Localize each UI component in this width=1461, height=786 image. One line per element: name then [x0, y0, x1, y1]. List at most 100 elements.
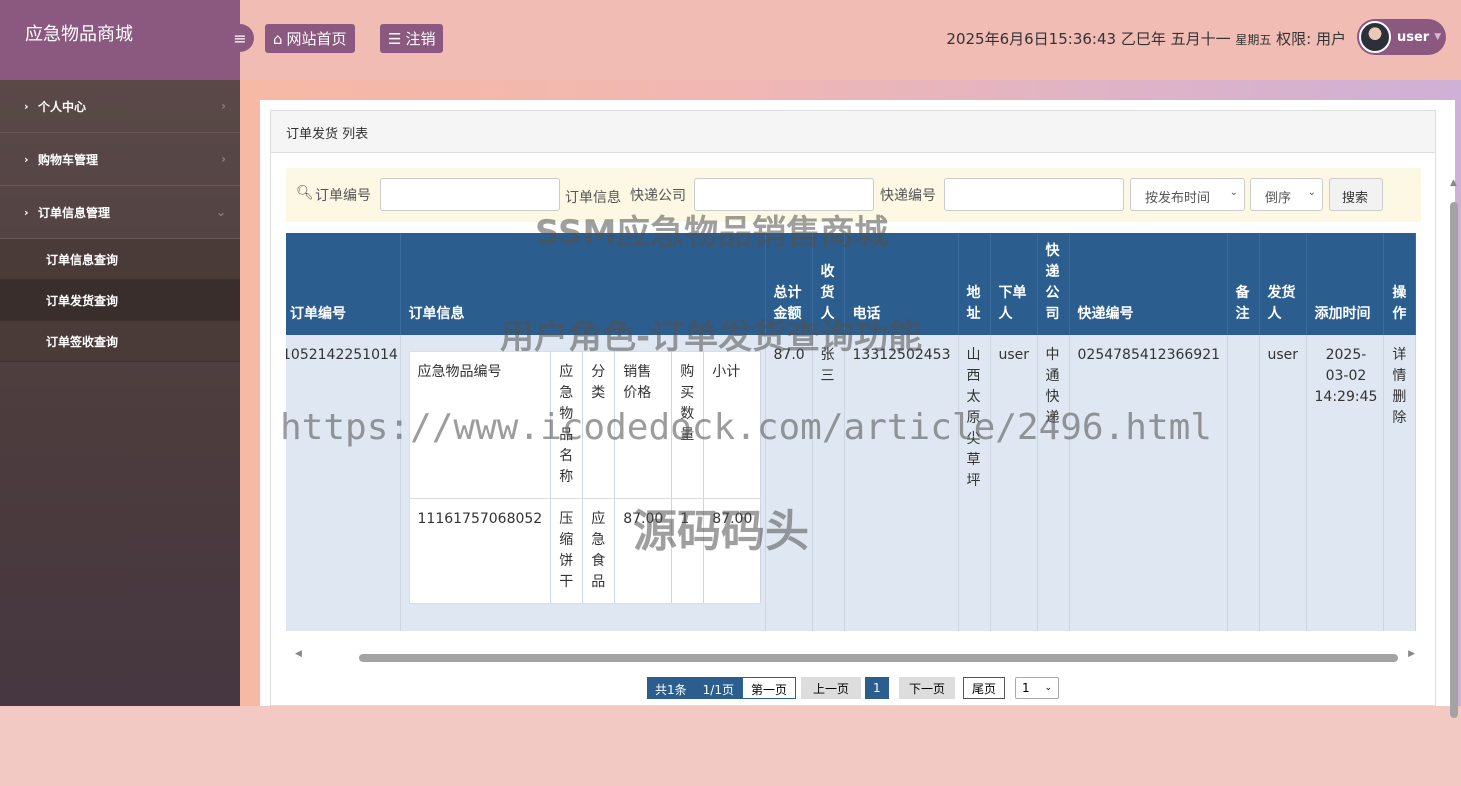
cell-actions[interactable]: 详情删除: [1383, 335, 1417, 631]
chevron-right-icon: ›: [24, 152, 29, 166]
logout-button[interactable]: ☰ 注销: [380, 24, 444, 53]
chevron-down-icon: ⌄: [1044, 683, 1052, 693]
col-actions: 操作: [1383, 233, 1417, 335]
chevron-right-icon: ›: [221, 152, 226, 166]
order-items-table: 应急物品编号 应急物品名称 分类 销售价格 购买数量 小计 1116175706…: [408, 351, 762, 604]
menu-toggle-button[interactable]: ≡: [226, 24, 254, 52]
username: user: [1397, 29, 1430, 45]
sidebar-subitem-order-query[interactable]: 订单信息查询: [0, 239, 240, 280]
pager-summary: 共1条 1/1页 第一页: [647, 677, 796, 699]
scroll-up-icon[interactable]: ▲: [1450, 178, 1457, 188]
main-area: 订单发货 列表 🔍︎ 订单编号 订单信息 快递公司 快递编号 按发布时间 ⌄ 倒序…: [240, 80, 1461, 718]
status-info: 2025年6月6日15:36:43 乙巳年 五月十一 星期五 权限: 用户: [946, 28, 1346, 49]
pager-prev-button[interactable]: 上一页: [801, 677, 862, 699]
col-order-no: 订单编号: [286, 233, 401, 335]
inner-col-quantity: 购买数量: [671, 351, 705, 499]
col-orderer: 下单人: [990, 233, 1038, 335]
sort-field-select[interactable]: 按发布时间 ⌄: [1130, 178, 1245, 211]
inner-col-item-no: 应急物品编号: [408, 351, 552, 499]
cell-orderer: user: [990, 335, 1038, 631]
inner-cell-quantity: 1: [671, 498, 705, 604]
table-header-row: 订单编号 订单信息 总计金额 收货人 电话 地址 下单人 快递公司 快递编号 备…: [286, 233, 1417, 335]
cell-express-no: 0254785412366921: [1069, 335, 1228, 631]
inner-cell-item-name: 压缩饼干: [550, 498, 584, 604]
sidebar-subitem-shipping-query[interactable]: 订单发货查询: [0, 280, 240, 321]
chevron-down-icon: ⌄: [1229, 187, 1238, 198]
panel: 订单发货 列表 🔍︎ 订单编号 订单信息 快递公司 快递编号 按发布时间 ⌄ 倒序…: [260, 100, 1455, 706]
col-address: 地址: [958, 233, 991, 335]
inner-row: 11161757068052 压缩饼干 应急食品 87.00 1 87.00: [408, 498, 762, 604]
sidebar-item-personal-center[interactable]: › 个人中心 ›: [0, 80, 240, 133]
datetime: 2025年6月6日15:36:43 乙巳年 五月十一: [946, 30, 1231, 48]
cell-order-info: 应急物品编号 应急物品名称 分类 销售价格 购买数量 小计 1116175706…: [400, 335, 766, 631]
home-button-label: 网站首页: [286, 30, 347, 48]
sort-field-value: 按发布时间: [1145, 191, 1211, 206]
chevron-right-icon: ›: [24, 99, 29, 113]
col-express-no: 快递编号: [1069, 233, 1228, 335]
order-table: 订单编号 订单信息 总计金额 收货人 电话 地址 下单人 快递公司 快递编号 备…: [286, 233, 1417, 631]
weekday: 星期五: [1235, 33, 1272, 47]
cell-express-co: 中通快递: [1037, 335, 1070, 631]
sidebar: 应急物品商城 › 个人中心 › › 购物车管理 › › 订单信息管理 ⌄ 订单信…: [0, 0, 240, 706]
express-no-input[interactable]: [944, 178, 1124, 211]
chevron-right-icon: ›: [221, 99, 226, 113]
hamburger-icon: ≡: [233, 28, 247, 48]
inner-cell-category: 应急食品: [582, 498, 616, 604]
sort-order-select[interactable]: 倒序 ⌄: [1250, 178, 1323, 211]
submenu: 订单信息查询 订单发货查询 订单签收查询: [0, 239, 240, 362]
cell-address: 山西太原尖草坪: [958, 335, 991, 631]
express-no-label: 快递编号: [880, 188, 936, 204]
pager-select-value: 1: [1022, 681, 1030, 695]
order-no-label: 订单编号: [315, 188, 371, 204]
user-menu[interactable]: user ▼: [1357, 19, 1446, 55]
vertical-scrollbar[interactable]: ▲: [1447, 178, 1461, 786]
cell-remark: [1227, 335, 1260, 631]
col-total: 总计金额: [765, 233, 813, 335]
col-order-info: 订单信息: [400, 233, 766, 335]
table-container: 订单编号 订单信息 总计金额 收货人 电话 地址 下单人 快递公司 快递编号 备…: [286, 233, 1421, 633]
logout-button-label: 注销: [405, 30, 436, 48]
sort-order-value: 倒序: [1265, 191, 1292, 206]
order-info-label: 订单信息: [565, 190, 621, 206]
inner-col-price: 销售价格: [614, 351, 673, 499]
scroll-left-icon[interactable]: ◀: [295, 649, 302, 659]
sidebar-item-label: 购物车管理: [38, 152, 99, 167]
sidebar-item-order-management[interactable]: › 订单信息管理 ⌄: [0, 186, 240, 239]
scrollbar-thumb[interactable]: [359, 654, 1398, 662]
search-icon: 🔍︎: [296, 185, 314, 201]
list-icon: ☰: [388, 29, 402, 48]
horizontal-scrollbar[interactable]: ◀ ▶: [295, 649, 1415, 662]
col-shipper: 发货人: [1259, 233, 1307, 335]
col-time: 添加时间: [1306, 233, 1385, 335]
role-label: 权限: 用户: [1276, 30, 1346, 48]
chevron-down-icon: ⌄: [1307, 187, 1316, 198]
sidebar-subitem-receipt-query[interactable]: 订单签收查询: [0, 321, 240, 362]
express-co-input[interactable]: [694, 178, 874, 211]
scrollbar-thumb[interactable]: [1450, 202, 1458, 718]
col-phone: 电话: [844, 233, 959, 335]
pager-next-button[interactable]: 下一页: [899, 677, 956, 699]
pager-current-page[interactable]: 1: [865, 677, 889, 699]
search-bar: 🔍︎ 订单编号 订单信息 快递公司 快递编号 按发布时间 ⌄ 倒序 ⌄ 搜索: [286, 168, 1421, 222]
sidebar-item-label: 个人中心: [38, 99, 87, 114]
pager-pages: 1/1页: [694, 677, 742, 699]
sidebar-item-label: 订单信息管理: [38, 205, 111, 220]
pager-first-button[interactable]: 第一页: [741, 677, 796, 699]
search-button[interactable]: 搜索: [1329, 178, 1383, 211]
col-express-co: 快递公司: [1037, 233, 1070, 335]
inner-cell-subtotal: 87.00: [703, 498, 762, 604]
pager-last-button[interactable]: 尾页: [963, 677, 1006, 699]
inner-header-row: 应急物品编号 应急物品名称 分类 销售价格 购买数量 小计: [408, 351, 762, 499]
home-button[interactable]: ⌂ 网站首页: [265, 24, 355, 53]
pager-page-select[interactable]: 1 ⌄: [1015, 677, 1059, 699]
panel-title: 订单发货 列表: [271, 111, 1435, 153]
order-no-input[interactable]: [380, 178, 560, 211]
sidebar-item-cart[interactable]: › 购物车管理 ›: [0, 133, 240, 186]
inner-col-category: 分类: [582, 351, 616, 499]
cell-receiver: 张三: [812, 335, 845, 631]
cell-phone: 13312502453: [844, 335, 959, 631]
scroll-right-icon[interactable]: ▶: [1408, 649, 1415, 659]
inner-col-subtotal: 小计: [703, 351, 762, 499]
caret-down-icon: ▼: [1434, 32, 1442, 42]
home-icon: ⌂: [273, 29, 283, 48]
